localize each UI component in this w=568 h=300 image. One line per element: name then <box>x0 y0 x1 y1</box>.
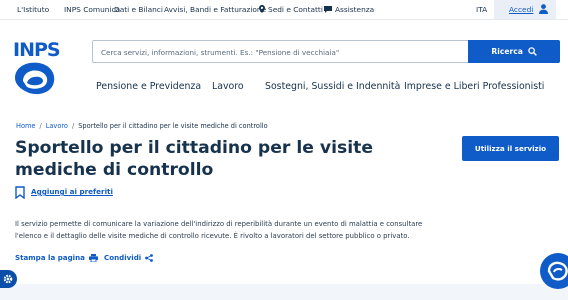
user-icon <box>539 4 548 14</box>
topbar-link-dati-bilanci[interactable]: Dati e Bilanci <box>114 5 163 14</box>
search-input[interactable] <box>101 45 461 59</box>
share-label: Condividi <box>104 253 142 262</box>
share-link[interactable]: Condividi <box>104 253 154 262</box>
page-description: Il servizio permette di comunicare la va… <box>15 220 423 240</box>
topbar-link-sedi[interactable]: Sedi e Contatti <box>259 5 323 14</box>
map-pin-icon <box>259 5 265 13</box>
search-button-label: Ricerca <box>491 47 523 56</box>
nav-item-imprese[interactable]: Imprese e Liberi Professionisti <box>404 81 544 92</box>
page-title: Sportello per il cittadino per le visite… <box>15 138 373 180</box>
search-button[interactable]: Ricerca <box>468 40 560 63</box>
breadcrumb-separator: / <box>39 122 42 130</box>
top-utility-bar: L'Istituto INPS Comunica Dati e Bilanci … <box>0 0 568 20</box>
assistant-icon <box>547 261 568 281</box>
share-icon <box>145 254 154 262</box>
use-service-button[interactable]: Utilizza il servizio <box>462 136 559 161</box>
printer-icon <box>88 254 98 263</box>
print-page-link[interactable]: Stampa la pagina <box>15 253 98 263</box>
add-to-favorites-label: Aggiungi ai preferiti <box>31 187 113 196</box>
topbar-link-avvisi[interactable]: Avvisi, Bandi e Fatturazione <box>164 5 266 14</box>
topbar-link-assistenza[interactable]: Assistenza <box>324 5 374 14</box>
inps-logo[interactable]: INPS <box>13 39 61 95</box>
print-page-label: Stampa la pagina <box>15 253 85 262</box>
virtual-assistant-button[interactable] <box>540 253 568 289</box>
breadcrumb-current: Sportello per il cittadino per le visite… <box>78 122 268 130</box>
topbar-link-assistenza-label: Assistenza <box>335 5 375 14</box>
search-icon <box>527 47 537 56</box>
logo-mark <box>15 62 55 95</box>
bookmark-icon <box>15 186 25 200</box>
breadcrumb-lavoro[interactable]: Lavoro <box>46 122 68 130</box>
nav-item-lavoro[interactable]: Lavoro <box>212 81 244 92</box>
chat-icon <box>324 6 332 13</box>
login-label: Accedi <box>509 5 534 14</box>
topbar-link-sedi-label: Sedi e Contatti <box>268 5 323 14</box>
nav-item-sostegni[interactable]: Sostegni, Sussidi e Indennità <box>265 81 400 92</box>
language-selector[interactable]: ITA <box>476 5 487 14</box>
search-bar: Ricerca <box>92 40 560 63</box>
logo-text: INPS <box>13 39 61 61</box>
gear-icon <box>3 274 13 284</box>
breadcrumb-separator: / <box>71 122 75 130</box>
topbar-link-istituto[interactable]: L'Istituto <box>17 5 49 14</box>
footer-band <box>0 284 568 300</box>
breadcrumb: Home / Lavoro / Sportello per il cittadino p… <box>16 122 268 130</box>
breadcrumb-home[interactable]: Home <box>16 122 35 130</box>
nav-item-pensione[interactable]: Pensione e Previdenza <box>96 81 201 92</box>
topbar-link-inps-comunica[interactable]: INPS Comunica <box>64 5 120 14</box>
login-button[interactable]: Accedi <box>494 0 556 19</box>
add-to-favorites[interactable]: Aggiungi ai preferiti <box>15 186 113 200</box>
